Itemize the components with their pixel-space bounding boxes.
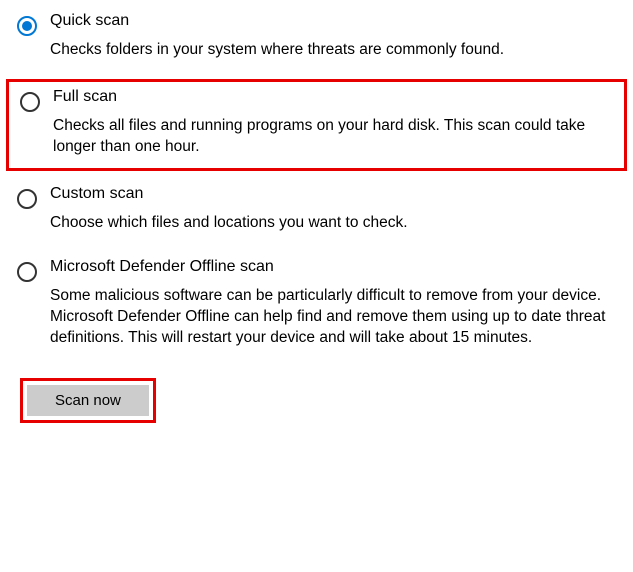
option-content: Quick scan Checks folders in your system…: [50, 12, 619, 61]
option-content: Full scan Checks all files and running p…: [53, 88, 613, 158]
option-desc: Checks folders in your system where thre…: [50, 40, 619, 61]
radio-custom-scan[interactable]: [17, 189, 37, 209]
scan-option-offline[interactable]: Microsoft Defender Offline scan Some mal…: [0, 252, 633, 359]
option-title: Full scan: [53, 88, 613, 106]
radio-full-scan[interactable]: [20, 92, 40, 112]
option-content: Microsoft Defender Offline scan Some mal…: [50, 258, 619, 349]
option-desc: Choose which files and locations you wan…: [50, 213, 619, 234]
option-desc: Checks all files and running programs on…: [53, 116, 613, 158]
radio-offline-scan[interactable]: [17, 262, 37, 282]
option-desc: Some malicious software can be particula…: [50, 286, 619, 349]
radio-quick-scan[interactable]: [17, 16, 37, 36]
scan-option-custom[interactable]: Custom scan Choose which files and locat…: [0, 179, 633, 244]
option-title: Microsoft Defender Offline scan: [50, 258, 619, 276]
scan-option-quick[interactable]: Quick scan Checks folders in your system…: [0, 6, 633, 71]
scan-now-button[interactable]: Scan now: [27, 385, 149, 416]
scan-option-full[interactable]: Full scan Checks all files and running p…: [6, 79, 627, 171]
option-title: Custom scan: [50, 185, 619, 203]
scan-now-highlight: Scan now: [20, 378, 156, 423]
option-content: Custom scan Choose which files and locat…: [50, 185, 619, 234]
option-title: Quick scan: [50, 12, 619, 30]
